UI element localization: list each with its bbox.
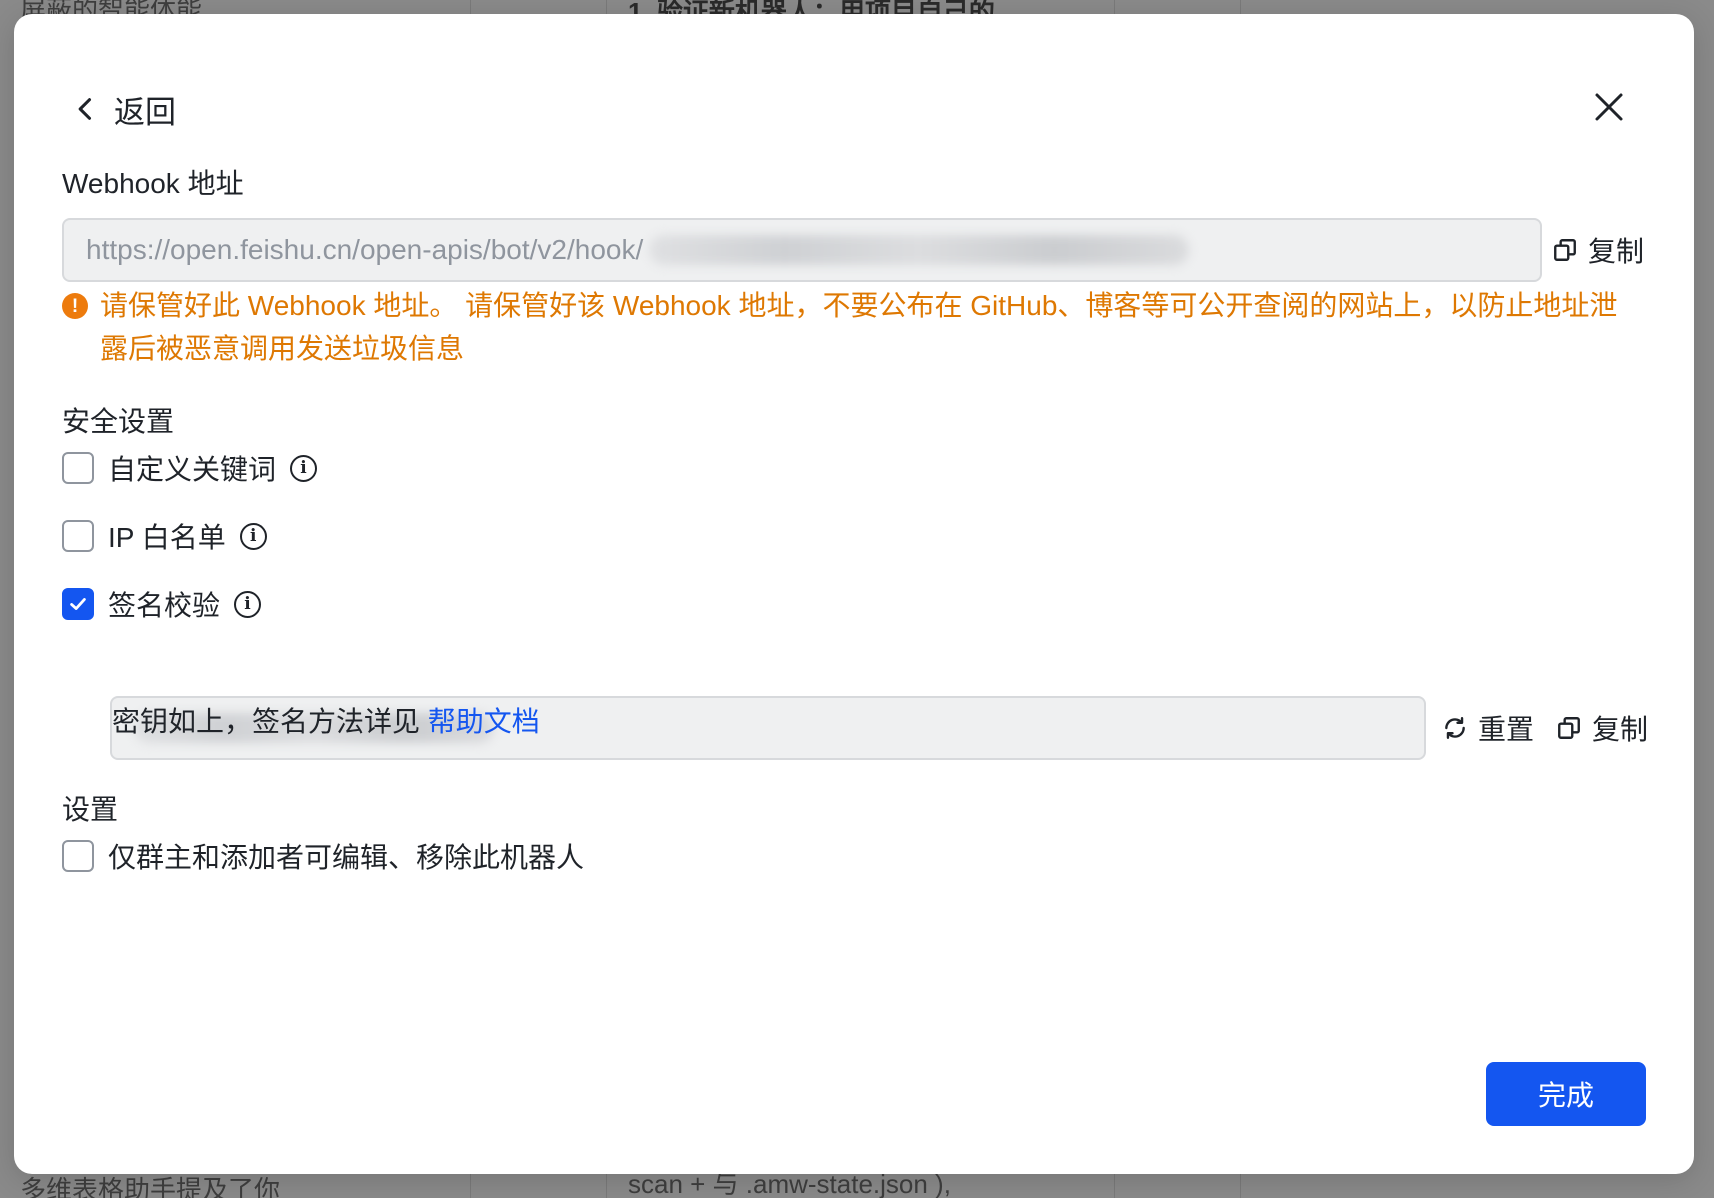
info-icon[interactable]: i: [290, 454, 318, 482]
option-label: 仅群主和添加者可编辑、移除此机器人: [108, 842, 585, 873]
secret-hint: 密钥如上，签名方法详见 帮助文档: [112, 700, 540, 740]
done-button[interactable]: 完成: [1486, 1062, 1646, 1126]
reset-label: 重置: [1478, 714, 1535, 745]
copy-icon: [1554, 239, 1576, 261]
background-text: 多维表格助手提及了你: [20, 1175, 281, 1198]
webhook-url-field[interactable]: https://open.feishu.cn/open-apis/bot/v2/…: [62, 218, 1542, 282]
option-label: 自定义关键词: [108, 454, 277, 485]
close-icon: [1595, 93, 1623, 121]
option-custom-keyword[interactable]: 自定义关键词 i: [62, 446, 318, 490]
checkbox[interactable]: [62, 520, 94, 552]
back-label: 返回: [114, 94, 176, 130]
webhook-url-text: https://open.feishu.cn/open-apis/bot/v2/…: [86, 234, 644, 265]
copy-label: 复制: [1588, 236, 1645, 267]
copy-icon: [1558, 717, 1580, 739]
info-icon[interactable]: i: [234, 590, 262, 618]
option-label: IP 白名单: [108, 522, 226, 553]
option-label: 签名校验: [108, 590, 221, 621]
checkmark-icon: [70, 598, 86, 610]
info-icon[interactable]: i: [239, 522, 267, 550]
secret-hint-text: 密钥如上，签名方法详见: [112, 706, 421, 737]
checkbox[interactable]: [62, 840, 94, 872]
warning-icon: !: [62, 293, 88, 319]
warning-text: 请保管好此 Webhook 地址。 请保管好该 Webhook 地址，不要公布在…: [100, 290, 1618, 364]
copy-label: 复制: [1592, 714, 1649, 745]
webhook-title: Webhook 地址: [62, 168, 244, 199]
option-ip-whitelist[interactable]: IP 白名单 i: [62, 514, 267, 558]
option-owner-only-edit[interactable]: 仅群主和添加者可编辑、移除此机器人: [62, 834, 584, 878]
checkbox-checked[interactable]: [62, 588, 94, 620]
redacted-token: [649, 235, 1190, 265]
security-title: 安全设置: [62, 406, 175, 437]
close-button[interactable]: [1584, 82, 1634, 132]
checkbox[interactable]: [62, 452, 94, 484]
webhook-settings-dialog: 返回 Webhook 地址 https://open.feishu.cn/ope…: [14, 14, 1694, 1174]
copy-webhook-button[interactable]: 复制: [1552, 228, 1644, 272]
refresh-icon: [1445, 717, 1465, 739]
settings-title: 设置: [62, 794, 119, 825]
option-signature-verification[interactable]: 签名校验 i: [62, 582, 262, 626]
back-button[interactable]: 返回: [72, 84, 176, 134]
webhook-warning: ! 请保管好此 Webhook 地址。 请保管好该 Webhook 地址，不要公…: [62, 284, 1632, 370]
chevron-left-icon: [78, 98, 92, 120]
reset-secret-button[interactable]: 重置: [1442, 706, 1534, 750]
copy-secret-button[interactable]: 复制: [1556, 706, 1648, 750]
help-doc-link[interactable]: 帮助文档: [428, 706, 540, 737]
